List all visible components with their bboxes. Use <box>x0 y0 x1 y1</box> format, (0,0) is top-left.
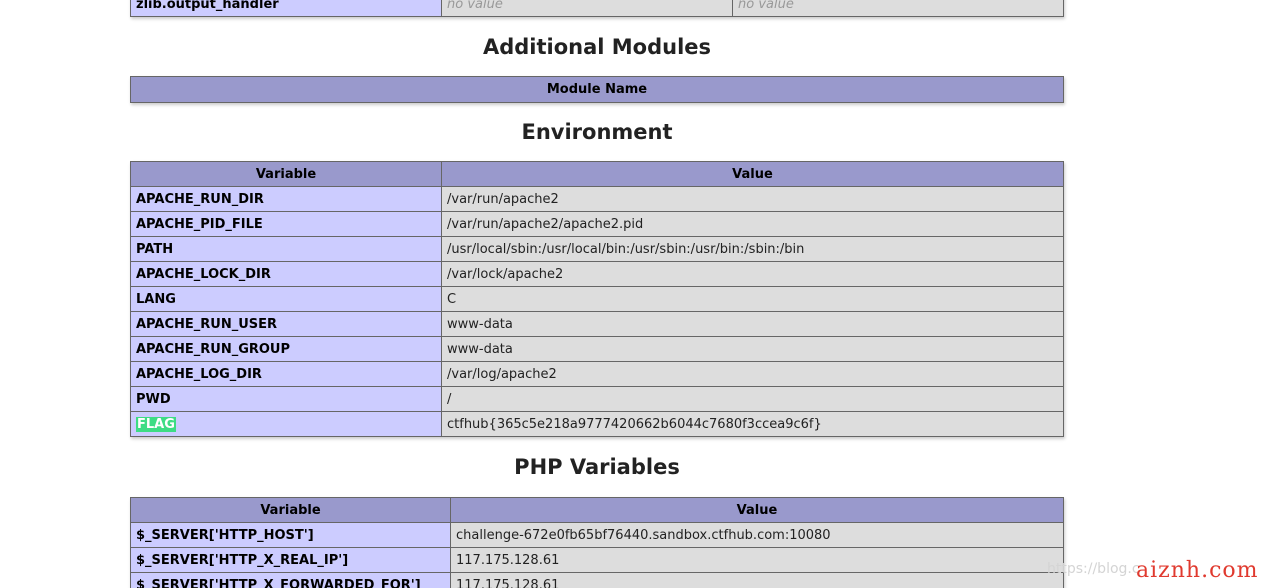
php-var-value: 117.175.128.61 <box>450 572 1064 588</box>
environment-table: Variable Value APACHE_RUN_DIR /var/run/a… <box>130 161 1064 437</box>
php-variables-table: Variable Value $_SERVER['HTTP_HOST'] cha… <box>130 497 1064 588</box>
env-var-name: PATH <box>130 236 442 262</box>
env-var-value: www-data <box>441 311 1064 337</box>
env-var-name: APACHE_RUN_GROUP <box>130 336 442 362</box>
env-var-name: APACHE_PID_FILE <box>130 211 442 237</box>
watermark-url: https://blog.c <box>1047 561 1140 577</box>
php-var-name: $_SERVER['HTTP_X_FORWARDED_FOR'] <box>130 572 451 588</box>
variable-column-header: Variable <box>130 497 451 523</box>
table-row: APACHE_PID_FILE /var/run/apache2/apache2… <box>130 211 1064 237</box>
table-row: APACHE_RUN_GROUP www-data <box>130 336 1064 362</box>
env-var-name: APACHE_RUN_DIR <box>130 186 442 212</box>
table-row: $_SERVER['HTTP_X_REAL_IP'] 117.175.128.6… <box>130 547 1064 573</box>
flag-var-value[interactable]: ctfhub{365c5e218a9777420662b6044c7680f3c… <box>441 411 1064 437</box>
table-row: APACHE_RUN_USER www-data <box>130 311 1064 337</box>
env-var-name: PWD <box>130 386 442 412</box>
table-row: zlib.output_handler no value no value <box>130 0 1064 17</box>
php-var-value: 117.175.128.61 <box>450 547 1064 573</box>
master-value: no value <box>732 0 1064 17</box>
env-var-value: C <box>441 286 1064 312</box>
env-var-value: /usr/local/sbin:/usr/local/bin:/usr/sbin… <box>441 236 1064 262</box>
value-column-header: Value <box>450 497 1064 523</box>
env-var-value: /var/log/apache2 <box>441 361 1064 387</box>
table-row: PWD / <box>130 386 1064 412</box>
env-var-value: / <box>441 386 1064 412</box>
php-var-value: challenge-672e0fb65bf76440.sandbox.ctfhu… <box>450 522 1064 548</box>
phpinfo-page: zlib.output_handler no value no value Ad… <box>0 0 1280 588</box>
table-row: APACHE_LOG_DIR /var/log/apache2 <box>130 361 1064 387</box>
env-var-value: /var/run/apache2/apache2.pid <box>441 211 1064 237</box>
env-var-value: /var/lock/apache2 <box>441 261 1064 287</box>
table-row: PATH /usr/local/sbin:/usr/local/bin:/usr… <box>130 236 1064 262</box>
env-var-value: /var/run/apache2 <box>441 186 1064 212</box>
variable-column-header: Variable <box>130 161 442 187</box>
module-name-header: Module Name <box>130 76 1064 103</box>
table-header-row: Variable Value <box>130 161 1064 187</box>
value-column-header: Value <box>441 161 1064 187</box>
table-row: $_SERVER['HTTP_HOST'] challenge-672e0fb6… <box>130 522 1064 548</box>
table-row: LANG C <box>130 286 1064 312</box>
env-var-name: LANG <box>130 286 442 312</box>
additional-modules-table: Module Name <box>130 76 1064 103</box>
additional-modules-heading: Additional Modules <box>482 35 712 59</box>
core-config-table: zlib.output_handler no value no value <box>130 0 1064 17</box>
env-var-name: APACHE_LOCK_DIR <box>130 261 442 287</box>
php-var-name: $_SERVER['HTTP_HOST'] <box>130 522 451 548</box>
flag-var-cell: FLAG <box>130 411 442 437</box>
php-var-name: $_SERVER['HTTP_X_REAL_IP'] <box>130 547 451 573</box>
table-row: $_SERVER['HTTP_X_FORWARDED_FOR'] 117.175… <box>130 572 1064 588</box>
table-header-row: Module Name <box>130 76 1064 103</box>
table-row: APACHE_LOCK_DIR /var/lock/apache2 <box>130 261 1064 287</box>
local-value: no value <box>441 0 733 17</box>
flag-row: FLAG ctfhub{365c5e218a9777420662b6044c76… <box>130 411 1064 437</box>
flag-var-name[interactable]: FLAG <box>136 416 176 432</box>
directive-name: zlib.output_handler <box>130 0 442 17</box>
watermark-brand-logo: aiznh.com <box>1136 558 1259 583</box>
env-var-name: APACHE_RUN_USER <box>130 311 442 337</box>
env-var-value: www-data <box>441 336 1064 362</box>
php-variables-heading: PHP Variables <box>514 455 680 479</box>
env-var-name: APACHE_LOG_DIR <box>130 361 442 387</box>
table-row: APACHE_RUN_DIR /var/run/apache2 <box>130 186 1064 212</box>
table-header-row: Variable Value <box>130 497 1064 523</box>
environment-heading: Environment <box>521 120 673 144</box>
